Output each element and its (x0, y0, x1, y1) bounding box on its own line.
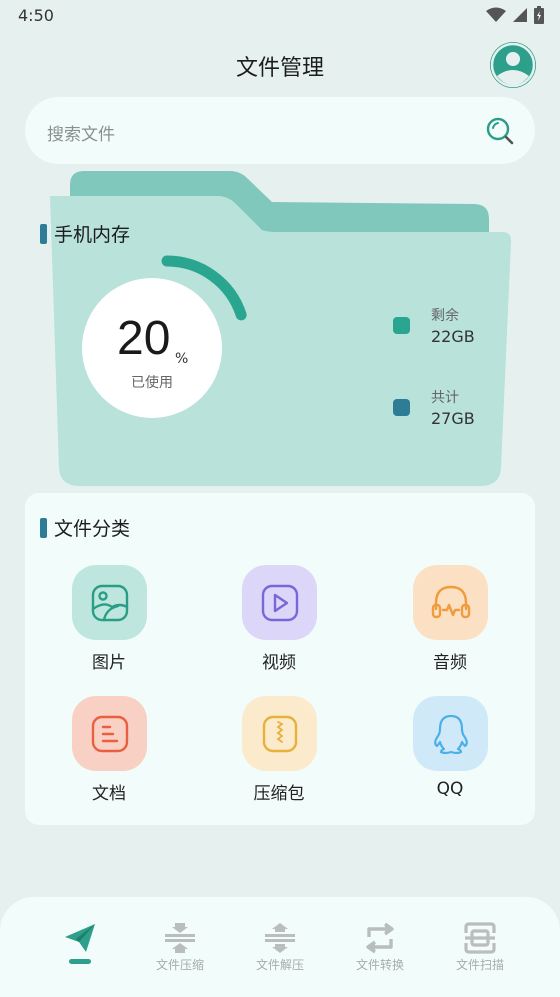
nav-item-scan[interactable]: 文件扫描 (435, 919, 525, 979)
remaining-legend-dot (393, 317, 410, 334)
category-images[interactable]: 图片 (59, 565, 159, 675)
usage-percent: 20 (117, 312, 171, 365)
convert-icon (366, 922, 394, 954)
status-bar: 4:50 (0, 0, 560, 32)
total-value: 27GB (431, 409, 475, 428)
document-icon (91, 715, 128, 752)
play-icon (261, 584, 298, 621)
category-qq[interactable]: QQ (400, 696, 500, 806)
category-label: 视频 (262, 653, 296, 673)
nav-active-indicator (69, 959, 91, 964)
nav-item-convert[interactable]: 文件转换 (335, 919, 425, 979)
document-icon-tile (72, 696, 147, 771)
battery-icon (534, 6, 544, 24)
title-bar (40, 517, 47, 538)
zip-icon-tile (242, 696, 317, 771)
compress-icon (165, 923, 195, 953)
title-bar (40, 223, 47, 244)
category-videos[interactable]: 视频 (229, 565, 329, 675)
nav-item-decompress[interactable]: 文件解压 (235, 919, 325, 979)
status-icons (486, 6, 544, 24)
nav-item-compress[interactable]: 文件压缩 (135, 919, 225, 979)
signal-icon (513, 8, 527, 22)
category-label: 图片 (92, 653, 126, 673)
category-label: QQ (436, 779, 464, 799)
qq-icon-tile (413, 696, 488, 771)
avatar[interactable] (490, 42, 536, 88)
header: 文件管理 (0, 40, 560, 90)
image-icon-tile (72, 565, 147, 640)
total-legend-dot (393, 399, 410, 416)
category-archives[interactable]: 压缩包 (229, 696, 329, 806)
category-label: 音频 (433, 653, 467, 673)
category-label: 文档 (92, 784, 126, 804)
send-icon (65, 924, 95, 952)
nav-label: 文件解压 (255, 958, 304, 972)
page-title: 文件管理 (235, 56, 324, 81)
nav-item-transfer[interactable] (35, 919, 125, 979)
storage-title: 手机内存 (40, 220, 130, 247)
decompress-icon (265, 923, 295, 953)
scan-icon (464, 922, 496, 954)
headphones-icon-tile (413, 565, 488, 640)
search-placeholder: 搜索文件 (47, 125, 115, 145)
zip-icon (262, 715, 297, 752)
categories-title-text: 文件分类 (54, 518, 131, 540)
user-icon (490, 42, 536, 88)
category-documents[interactable]: 文档 (59, 696, 159, 806)
storage-title-text: 手机内存 (54, 224, 131, 246)
storage-card[interactable]: 手机内存 20 % 已使用 剩余 22GB 共计 27GB (40, 168, 520, 493)
search-icon[interactable] (485, 116, 515, 146)
nav-label: 文件转换 (355, 958, 404, 972)
headphones-icon (431, 585, 470, 618)
usage-unit: % (175, 351, 189, 367)
status-time: 4:50 (18, 6, 54, 25)
categories-title: 文件分类 (40, 514, 130, 541)
remaining-label: 剩余 (431, 308, 459, 324)
usage-label: 已使用 (131, 375, 173, 391)
play-icon-tile (242, 565, 317, 640)
nav-label: 文件压缩 (155, 958, 204, 972)
search-input[interactable]: 搜索文件 (25, 97, 535, 164)
category-audio[interactable]: 音频 (400, 565, 500, 675)
qq-icon (433, 714, 468, 754)
categories-card: 文件分类 图片 视频 音频 文档 压缩包 QQ (25, 493, 535, 825)
wifi-icon (486, 7, 506, 22)
category-label: 压缩包 (253, 784, 305, 804)
total-label: 共计 (431, 390, 459, 406)
bottom-nav: 文件压缩 文件解压 文件转换 文件扫描 (0, 897, 560, 997)
image-icon (91, 584, 128, 621)
nav-label: 文件扫描 (455, 958, 504, 972)
remaining-value: 22GB (431, 327, 475, 346)
